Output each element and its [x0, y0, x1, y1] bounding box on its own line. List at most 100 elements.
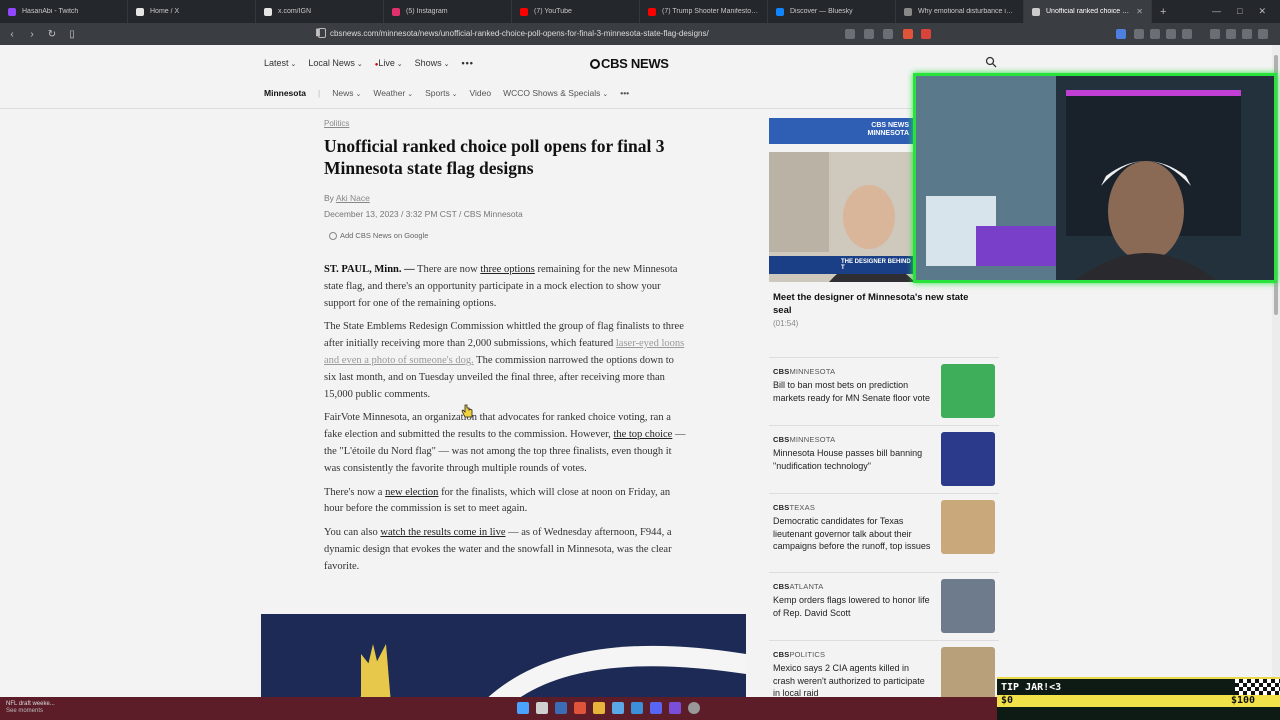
nav-location[interactable]: Minnesota: [264, 88, 306, 98]
sidebar-icon[interactable]: [1226, 29, 1236, 39]
nav-local-news[interactable]: Local News: [308, 58, 362, 68]
browser-tab[interactable]: (5) Instagram: [384, 0, 512, 23]
steam-icon[interactable]: [555, 702, 567, 714]
browser-tab[interactable]: HasanAbi - Twitch: [0, 0, 128, 23]
forward-icon[interactable]: ›: [26, 29, 38, 40]
story-headline[interactable]: Bill to ban most bets on prediction mark…: [773, 379, 933, 404]
story-divider: [769, 493, 999, 494]
article-date: December 13, 2023 / 3:32 PM CST / CBS Mi…: [324, 209, 523, 219]
close-window-icon[interactable]: ✕: [1258, 6, 1266, 17]
app-icon[interactable]: [631, 702, 643, 714]
story-headline[interactable]: Kemp orders flags lowered to honor life …: [773, 594, 933, 619]
site-info-icon[interactable]: [318, 28, 326, 38]
video-player[interactable]: THE DESIGNER BEHIND T: [769, 152, 915, 282]
browser-tab-bar: HasanAbi - Twitch Home / X x.com/IGN (5) In…: [0, 0, 1280, 23]
extension-icon[interactable]: [845, 29, 855, 39]
nav-live[interactable]: ●Live: [375, 58, 403, 68]
subnav-weather[interactable]: Weather: [373, 88, 413, 98]
nav-latest[interactable]: Latest: [264, 58, 296, 68]
reload-icon[interactable]: ↻: [46, 29, 58, 40]
cbs-minnesota-banner: CBS NEWS MINNESOTA: [769, 118, 915, 144]
extension-icon[interactable]: [1116, 29, 1126, 39]
music-icon[interactable]: [1210, 29, 1220, 39]
paragraph: FairVote Minnesota, an organization that…: [324, 412, 686, 474]
watch-results-link[interactable]: watch the results come in live: [380, 527, 505, 538]
twitch-icon[interactable]: [669, 702, 681, 714]
file-explorer-icon[interactable]: [593, 702, 605, 714]
tip-current-amount: $0: [1001, 695, 1014, 706]
story-thumbnail[interactable]: [941, 579, 995, 633]
story-divider: [769, 357, 999, 358]
top-choice-link[interactable]: the top choice: [613, 429, 672, 440]
wallet-icon[interactable]: [1242, 29, 1252, 39]
search-icon[interactable]: [985, 56, 997, 68]
tab-favicon-icon: [136, 7, 144, 16]
address-toolbar: ‹ › ↻ ▯ ▮ cbsnews.com/minnesota/news/uno…: [0, 23, 1280, 45]
extension-icon[interactable]: [1134, 29, 1144, 39]
subnav-news[interactable]: News: [332, 88, 361, 98]
devtools-icon[interactable]: [1182, 29, 1192, 39]
close-tab-icon[interactable]: ✕: [1136, 7, 1143, 16]
three-options-link[interactable]: three options: [480, 264, 535, 275]
tab-strip: HasanAbi - Twitch Home / X x.com/IGN (5) In…: [0, 0, 1152, 23]
story-source: CBSMINNESOTA: [773, 367, 836, 376]
cbs-news-logo[interactable]: CBS NEWS: [590, 56, 669, 71]
nav-separator: |: [318, 88, 321, 98]
browser-tab[interactable]: x.com/IGN: [256, 0, 384, 23]
article-category[interactable]: Politics: [324, 119, 688, 128]
back-icon[interactable]: ‹: [6, 29, 18, 40]
add-on-google-button[interactable]: Add CBS News on Google: [329, 231, 688, 240]
story-thumbnail[interactable]: [941, 364, 995, 418]
minimize-icon[interactable]: —: [1212, 6, 1221, 17]
tab-title: Home / X: [150, 8, 180, 15]
browser-tab[interactable]: (7) Trump Shooter Manifesto Gets: [640, 0, 768, 23]
rewards-icon[interactable]: [921, 29, 931, 39]
browser-tab[interactable]: Why emotional disturbance is a cl: [896, 0, 1024, 23]
browser-tab[interactable]: (7) YouTube: [512, 0, 640, 23]
subnav-video[interactable]: Video: [470, 88, 492, 98]
new-tab-button[interactable]: +: [1152, 6, 1174, 18]
new-election-link[interactable]: new election: [385, 487, 438, 498]
task-view-icon[interactable]: [536, 702, 548, 714]
tab-title: HasanAbi - Twitch: [22, 8, 79, 15]
menu-icon[interactable]: [1258, 29, 1268, 39]
brave-shield-icon[interactable]: [903, 29, 913, 39]
story-thumbnail[interactable]: [941, 432, 995, 486]
tab-title: (5) Instagram: [406, 8, 448, 15]
news-widget[interactable]: NFL draft weeke... See moments: [6, 701, 55, 715]
download-icon[interactable]: [1166, 29, 1176, 39]
extension-icon[interactable]: [1150, 29, 1160, 39]
video-title[interactable]: Meet the designer of Minnesota's new sta…: [773, 292, 988, 317]
obs-icon[interactable]: [688, 702, 700, 714]
discord-icon[interactable]: [650, 702, 662, 714]
url-field[interactable]: cbsnews.com/minnesota/news/unofficial-ra…: [330, 27, 930, 41]
browser-tab[interactable]: Discover — Bluesky: [768, 0, 896, 23]
brave-icon[interactable]: [574, 702, 586, 714]
app-icon[interactable]: [612, 702, 624, 714]
webcam-overlay: [913, 73, 1277, 283]
story-thumbnail[interactable]: [941, 500, 995, 554]
nav-more-icon[interactable]: •••: [461, 58, 473, 68]
paragraph: There's now a new election for the final…: [324, 486, 671, 515]
tab-title: Why emotional disturbance is a cl: [918, 8, 1015, 15]
subnav-more-icon[interactable]: •••: [620, 88, 629, 98]
author-link[interactable]: Aki Nace: [336, 193, 370, 203]
subnav-sports[interactable]: Sports: [425, 88, 457, 98]
google-icon: [329, 231, 337, 240]
story-thumbnail[interactable]: [941, 647, 995, 697]
windows-taskbar: NFL draft weeke... See moments: [0, 697, 997, 720]
browser-tab[interactable]: Home / X: [128, 0, 256, 23]
subnav-wcco-shows[interactable]: WCCO Shows & Specials: [503, 88, 608, 98]
tab-title: Unofficial ranked choice poll: [1046, 8, 1131, 15]
article-headline: Unofficial ranked choice poll opens for …: [324, 136, 665, 178]
maximize-icon[interactable]: □: [1237, 6, 1242, 17]
nav-shows[interactable]: Shows: [415, 58, 450, 68]
sidebar-toggle-icon[interactable]: ▯: [66, 29, 78, 40]
extension-icon[interactable]: [864, 29, 874, 39]
story-headline[interactable]: Mexico says 2 CIA agents killed in crash…: [773, 662, 933, 697]
start-icon[interactable]: [517, 702, 529, 714]
story-headline[interactable]: Minnesota House passes bill banning "nud…: [773, 447, 933, 472]
story-headline[interactable]: Democratic candidates for Texas lieutena…: [773, 515, 933, 553]
browser-tab[interactable]: Unofficial ranked choice poll ✕: [1024, 0, 1152, 23]
share-icon[interactable]: [883, 29, 893, 39]
